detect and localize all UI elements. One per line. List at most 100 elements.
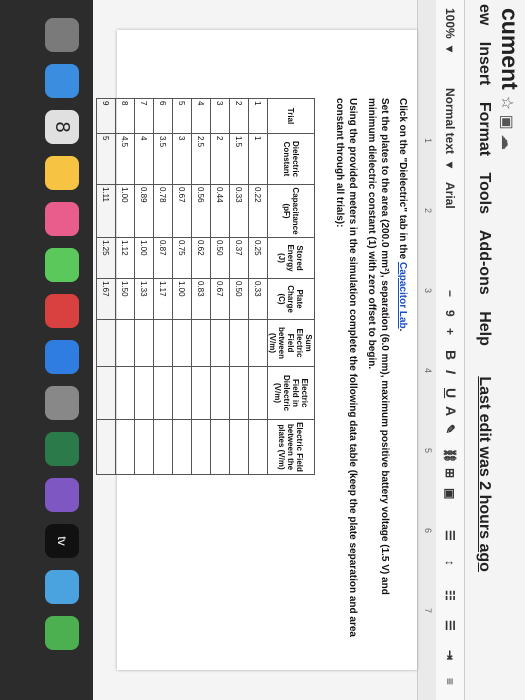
table-cell[interactable] xyxy=(153,366,173,420)
table-cell[interactable] xyxy=(172,366,192,420)
apple-tv-icon[interactable]: tv xyxy=(45,524,79,558)
comment-icon[interactable]: ⊞ xyxy=(443,468,457,478)
table-cell[interactable]: 1.17 xyxy=(153,278,173,320)
table-cell[interactable] xyxy=(191,366,211,420)
table-cell[interactable] xyxy=(134,419,154,475)
table-cell[interactable]: 0.87 xyxy=(153,237,173,279)
table-cell[interactable] xyxy=(210,419,230,475)
font-select[interactable]: Arial xyxy=(443,182,457,209)
table-cell[interactable]: 0.25 xyxy=(248,237,268,279)
table-cell[interactable] xyxy=(229,319,249,367)
numbers-icon[interactable] xyxy=(45,432,79,466)
table-cell[interactable] xyxy=(191,419,211,475)
zoom-select[interactable]: 100% xyxy=(443,8,457,39)
mail-icon[interactable] xyxy=(45,570,79,604)
table-cell[interactable] xyxy=(115,366,135,420)
table-cell[interactable]: 0.67 xyxy=(172,184,192,238)
photos-icon[interactable] xyxy=(45,202,79,236)
table-cell[interactable]: 1.50 xyxy=(115,278,135,320)
table-cell[interactable]: 0.33 xyxy=(248,278,268,320)
menu-tools[interactable]: Tools xyxy=(476,173,493,214)
capacitor-lab-link[interactable]: Capacitor Lab xyxy=(397,262,408,329)
table-cell[interactable] xyxy=(210,366,230,420)
table-cell[interactable] xyxy=(248,419,268,475)
messages-icon[interactable] xyxy=(45,248,79,282)
table-cell[interactable]: 3 xyxy=(172,133,192,185)
table-cell[interactable]: 1 xyxy=(248,98,268,134)
table-cell[interactable]: 0.67 xyxy=(210,278,230,320)
font-size-increase[interactable]: + xyxy=(443,328,457,335)
podcasts-icon[interactable] xyxy=(45,478,79,512)
indent-icon[interactable]: ⇥ xyxy=(443,650,457,660)
table-cell[interactable]: 1.00 xyxy=(172,278,192,320)
text-color-button[interactable]: A xyxy=(443,406,459,416)
table-cell[interactable]: 1.25 xyxy=(96,237,116,279)
table-cell[interactable] xyxy=(96,419,116,475)
table-cell[interactable] xyxy=(229,419,249,475)
table-cell[interactable]: 2.5 xyxy=(191,133,211,185)
table-cell[interactable]: 2 xyxy=(229,98,249,134)
table-cell[interactable]: 5 xyxy=(96,133,116,185)
table-cell[interactable] xyxy=(96,319,116,367)
bold-button[interactable]: B xyxy=(443,350,459,360)
table-cell[interactable] xyxy=(134,366,154,420)
table-cell[interactable] xyxy=(172,319,192,367)
safari-icon[interactable] xyxy=(45,64,79,98)
highlight-icon[interactable]: ✎ xyxy=(443,424,457,434)
link-icon[interactable]: ⛓ xyxy=(443,448,457,463)
numbered-list-icon[interactable]: ☷ xyxy=(443,590,457,601)
table-cell[interactable] xyxy=(191,319,211,367)
table-cell[interactable]: 7 xyxy=(134,98,154,134)
table-cell[interactable] xyxy=(210,319,230,367)
table-cell[interactable] xyxy=(248,319,268,367)
font-size-decrease[interactable]: − xyxy=(443,290,457,297)
table-cell[interactable]: 1 xyxy=(248,133,268,185)
table-cell[interactable]: 0.56 xyxy=(191,184,211,238)
menu-insert[interactable]: Insert xyxy=(476,42,493,86)
table-cell[interactable]: 0.37 xyxy=(229,237,249,279)
table-cell[interactable]: 0.89 xyxy=(134,184,154,238)
table-cell[interactable] xyxy=(153,419,173,475)
menu-format[interactable]: Format xyxy=(476,102,493,156)
notes-icon[interactable] xyxy=(45,156,79,190)
table-cell[interactable] xyxy=(229,366,249,420)
table-cell[interactable] xyxy=(115,319,135,367)
image-icon[interactable]: ▣ xyxy=(443,488,457,499)
underline-button[interactable]: U xyxy=(443,388,459,398)
table-cell[interactable]: 0.22 xyxy=(248,184,268,238)
align-icon[interactable]: ☰ xyxy=(443,530,457,541)
table-cell[interactable] xyxy=(115,419,135,475)
table-cell[interactable] xyxy=(96,366,116,420)
menu-help[interactable]: Help xyxy=(476,311,493,346)
table-cell[interactable]: 9 xyxy=(96,98,116,134)
bulleted-list-icon[interactable]: ☰ xyxy=(443,620,457,631)
facetime-icon[interactable] xyxy=(45,616,79,650)
table-cell[interactable]: 1.00 xyxy=(134,237,154,279)
table-cell[interactable]: 4 xyxy=(134,133,154,185)
table-cell[interactable]: 0.44 xyxy=(210,184,230,238)
table-cell[interactable] xyxy=(153,319,173,367)
table-cell[interactable]: 0.50 xyxy=(229,278,249,320)
calendar-icon[interactable]: 8 xyxy=(45,110,79,144)
font-size-field[interactable]: 9 xyxy=(443,310,457,317)
style-select[interactable]: Normal text xyxy=(443,88,457,154)
menu-addons[interactable]: Add-ons xyxy=(476,230,493,295)
table-cell[interactable]: 6 xyxy=(153,98,173,134)
table-cell[interactable] xyxy=(134,319,154,367)
menu-view[interactable]: ew xyxy=(476,4,493,25)
star-icon[interactable]: ☆ ▣ ☁ xyxy=(498,96,515,150)
table-cell[interactable]: 1.00 xyxy=(115,184,135,238)
table-cell[interactable]: 5 xyxy=(172,98,192,134)
document-title[interactable]: cument☆ ▣ ☁ xyxy=(496,8,523,150)
table-cell[interactable]: 1.11 xyxy=(96,184,116,238)
app-store-icon[interactable] xyxy=(45,340,79,374)
music-icon[interactable] xyxy=(45,294,79,328)
table-cell[interactable]: 0.50 xyxy=(210,237,230,279)
table-cell[interactable]: 1.5 xyxy=(229,133,249,185)
table-cell[interactable] xyxy=(172,419,192,475)
table-cell[interactable]: 3.5 xyxy=(153,133,173,185)
table-cell[interactable]: 0.62 xyxy=(191,237,211,279)
finder-icon[interactable] xyxy=(45,18,79,52)
last-edit-link[interactable]: Last edit was 2 hours ago xyxy=(476,376,493,572)
table-cell[interactable]: 0.78 xyxy=(153,184,173,238)
